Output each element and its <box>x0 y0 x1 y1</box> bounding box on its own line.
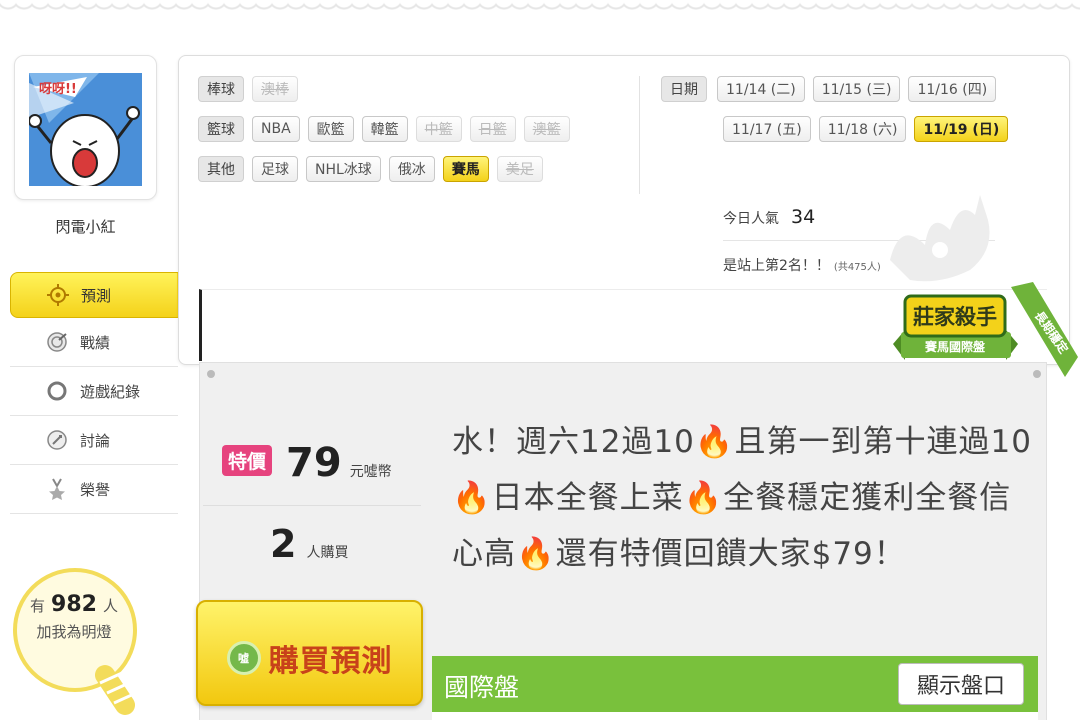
filter-chip-euro-basketball[interactable]: 歐籃 <box>307 116 354 142</box>
sidebar-item-honor[interactable]: 榮譽 <box>10 465 178 514</box>
record-icon <box>46 331 68 353</box>
avatar-image: 呀呀!! <box>29 73 142 186</box>
decorative-splash-icon <box>890 195 990 282</box>
show-odds-button[interactable]: 顯示盤口 <box>898 663 1024 705</box>
target-icon <box>47 284 69 306</box>
buyers-count: 2 人購買 <box>270 522 348 566</box>
buy-button-label: 購買預測 <box>268 644 393 679</box>
avatar-shout-text: 呀呀!! <box>39 82 77 97</box>
price-divider <box>203 505 421 506</box>
popularity-stat: 今日人氣 34 <box>723 206 815 228</box>
price-row: 特價 79 元噓幣 <box>222 440 392 486</box>
sidebar-item-label: 榮譽 <box>80 480 111 499</box>
avatar[interactable]: 呀呀!! <box>14 55 157 200</box>
sidebar-item-record[interactable]: 戰績 <box>10 318 178 367</box>
sidebar-item-label: 討論 <box>80 431 111 450</box>
fans-count: 982 <box>51 592 97 617</box>
buy-prediction-button[interactable]: 噓 購買預測 <box>196 600 423 706</box>
market-header: 國際盤 顯示盤口 <box>432 656 1038 712</box>
card-pin <box>207 370 215 378</box>
filter-row-other: 其他 足球 NHL冰球 俄冰 賽馬 美足 <box>198 156 543 182</box>
popularity-label: 今日人氣 <box>723 211 779 227</box>
rank-stat: 是站上第2名！！ (共475人) <box>723 255 881 275</box>
filter-chip-american-football: 美足 <box>496 156 543 182</box>
date-label: 日期 <box>661 76 707 102</box>
filter-divider <box>639 76 640 194</box>
card-pin <box>1033 370 1041 378</box>
fans-counter: 有 982 人 加我為明燈 <box>12 592 136 645</box>
filter-chip-nba[interactable]: NBA <box>252 116 300 142</box>
date-chip-1119[interactable]: 11/19 (日) <box>914 116 1009 142</box>
sidebar-item-label: 預測 <box>81 286 112 305</box>
sidebar-item-predict[interactable]: 預測 <box>10 272 191 318</box>
date-chip-1117[interactable]: 11/17 (五) <box>723 116 811 142</box>
badge-subtitle: 賽馬國際盤 <box>924 339 986 354</box>
date-chip-1115[interactable]: 11/15 (三) <box>812 76 901 102</box>
date-chip-1118[interactable]: 11/18 (六) <box>818 116 907 142</box>
filter-chip-japan-basketball: 日籃 <box>469 116 516 142</box>
filter-chip-china-basketball: 中籃 <box>415 116 462 142</box>
medal-icon <box>46 478 68 500</box>
discuss-icon <box>46 429 68 451</box>
rank-text: 是站上第2名！！ <box>723 258 830 274</box>
sidebar-item-label: 戰績 <box>80 333 111 352</box>
filter-chip-nhl[interactable]: NHL冰球 <box>306 156 381 182</box>
date-row-1: 日期 11/14 (二) 11/15 (三) 11/16 (四) <box>661 76 997 102</box>
coin-icon: 噓 <box>226 641 261 675</box>
sidebar-item-label: 遊戲紀錄 <box>80 382 141 401</box>
price-unit: 元噓幣 <box>349 464 392 480</box>
filter-chip-korea-basketball[interactable]: 韓籃 <box>361 116 408 142</box>
popularity-value: 34 <box>791 206 816 228</box>
special-price-tag: 特價 <box>222 445 273 476</box>
market-title: 國際盤 <box>444 673 520 702</box>
circle-icon <box>46 380 68 402</box>
filter-label-other: 其他 <box>198 156 244 182</box>
buyers-label: 人購買 <box>306 545 349 561</box>
date-chip-1114[interactable]: 11/14 (二) <box>717 76 805 102</box>
fans-suffix: 人 <box>102 597 118 615</box>
filter-label-baseball: 棒球 <box>198 76 244 102</box>
price-value: 79 <box>286 440 342 486</box>
filter-row-basketball: 籃球 NBA 歐籃 韓籃 中籃 日籃 澳籃 <box>198 116 570 142</box>
date-chip-1116[interactable]: 11/16 (四) <box>908 76 997 102</box>
top-zigzag-border <box>0 0 1080 18</box>
sidebar-item-game-history[interactable]: 遊戲紀錄 <box>10 367 178 416</box>
rank-total: (共475人) <box>833 262 881 273</box>
buyers-number: 2 <box>270 522 297 566</box>
filter-row-baseball: 棒球 澳棒 <box>198 76 298 102</box>
fans-cta[interactable]: 加我為明燈 <box>12 619 136 645</box>
filter-chip-aus-basketball: 澳籃 <box>523 116 570 142</box>
filter-chip-soccer[interactable]: 足球 <box>252 156 298 182</box>
date-row-2: 11/17 (五) 11/18 (六) 11/19 (日) <box>723 116 1009 142</box>
prediction-description: 水！週六12過10🔥且第一到第十連過10🔥日本全餐上菜🔥全餐穩定獲利全餐信心高🔥… <box>452 424 1032 572</box>
fans-prefix: 有 <box>30 597 46 615</box>
sidebar-item-discussion[interactable]: 討論 <box>10 416 178 465</box>
sidebar-nav: 預測 戰績 遊戲紀錄 討論 榮譽 <box>10 272 191 514</box>
market-body <box>432 712 1038 720</box>
badge-title: 莊家殺手 <box>913 305 997 329</box>
filter-chip-horse-racing[interactable]: 賽馬 <box>442 156 489 182</box>
filter-chip-russia-hockey[interactable]: 俄冰 <box>388 156 435 182</box>
username: 閃電小紅 <box>55 218 116 236</box>
filter-label-basketball: 籃球 <box>198 116 244 142</box>
filter-chip-aus-baseball: 澳棒 <box>252 76 298 102</box>
